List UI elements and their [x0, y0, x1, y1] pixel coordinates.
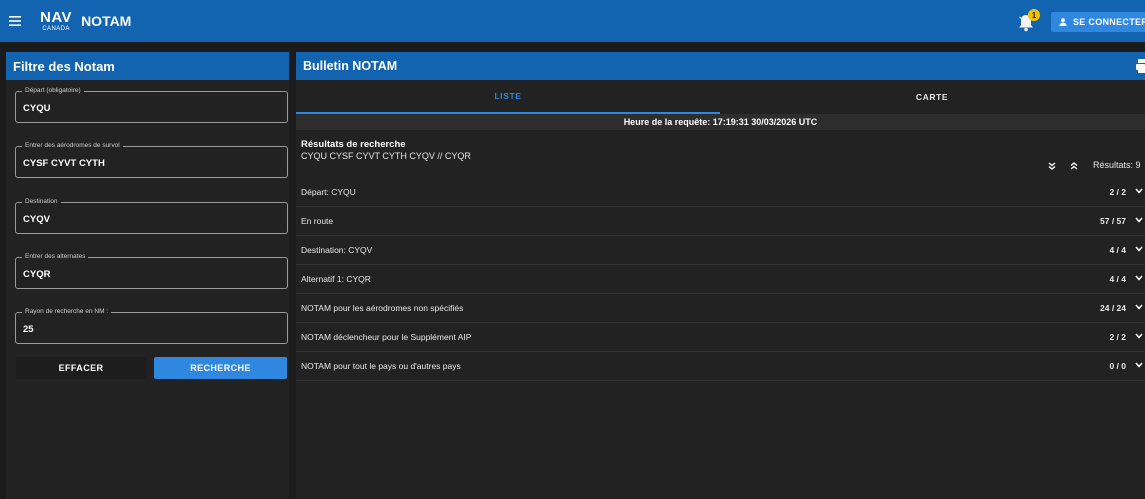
filter-panel-title: Filtre des Notam — [6, 52, 289, 80]
bulletin-panel: Bulletin NOTAM LISTE CARTE Heure de la r… — [296, 52, 1145, 499]
row-count: 4 / 4 — [1109, 245, 1126, 255]
row-count: 24 / 24 — [1100, 303, 1126, 313]
collapse-all-icon[interactable] — [1070, 162, 1078, 170]
results-title: Résultats de recherche — [301, 139, 406, 150]
departure-label: Départ (obligatoire) — [22, 86, 84, 96]
results-count: Résultats: 9 — [1093, 160, 1141, 170]
hamburger-menu-icon[interactable] — [0, 0, 30, 42]
login-button[interactable]: SE CONNECTER — [1051, 12, 1145, 32]
chevron-down-icon[interactable] — [1135, 217, 1143, 223]
result-row-unspecified-aerodromes[interactable]: NOTAM pour les aérodromes non spécifiés … — [296, 294, 1145, 323]
result-row-alternate[interactable]: Alternatif 1: CYQR 4 / 4 — [296, 265, 1145, 294]
chevron-down-icon[interactable] — [1135, 362, 1143, 368]
row-count: 57 / 57 — [1100, 216, 1126, 226]
row-count: 0 / 0 — [1109, 361, 1126, 371]
destination-field[interactable]: Destination CYQV — [15, 197, 288, 234]
person-icon — [1059, 18, 1067, 26]
overflight-aerodromes-field[interactable]: Entrer des aérodromes de survol CYSF CYV… — [15, 141, 288, 178]
result-row-departure[interactable]: Départ: CYQU 2 / 2 — [296, 178, 1145, 207]
row-label: NOTAM pour les aérodromes non spécifiés — [301, 303, 464, 313]
notifications-button[interactable]: 1 — [1018, 9, 1040, 32]
logo-text: NAV — [40, 9, 73, 26]
row-label: Alternatif 1: CYQR — [301, 274, 371, 284]
result-row-national[interactable]: NOTAM pour tout le pays ou d'autres pays… — [296, 352, 1145, 381]
print-icon[interactable] — [1136, 59, 1145, 73]
results-route: CYQU CYSF CYVT CYTH CYQV // CYQR — [301, 151, 471, 161]
result-row-destination[interactable]: Destination: CYQV 4 / 4 — [296, 236, 1145, 265]
row-label: NOTAM déclencheur pour le Supplément AIP — [301, 332, 472, 342]
destination-value: CYQV — [23, 214, 50, 225]
overflight-value: CYSF CYVT CYTH — [23, 158, 105, 169]
bulletin-tabs: LISTE CARTE — [296, 80, 1145, 114]
alternates-label: Entrer des alternates — [22, 252, 89, 262]
bulletin-title: Bulletin NOTAM — [303, 59, 398, 73]
row-label: NOTAM pour tout le pays ou d'autres pays — [301, 361, 461, 371]
notification-badge: 1 — [1028, 9, 1040, 21]
search-button[interactable]: RECHERCHE — [154, 357, 287, 379]
filter-panel: Filtre des Notam Départ (obligatoire) CY… — [6, 52, 289, 499]
chevron-down-icon[interactable] — [1135, 188, 1143, 194]
nav-canada-logo[interactable]: NAV CANADA — [40, 10, 72, 32]
tab-list[interactable]: LISTE — [296, 80, 720, 114]
row-count: 2 / 2 — [1109, 187, 1126, 197]
chevron-down-icon[interactable] — [1135, 275, 1143, 281]
bulletin-header: Bulletin NOTAM — [296, 52, 1145, 80]
chevron-down-icon[interactable] — [1135, 246, 1143, 252]
logo-subtext: CANADA — [42, 26, 70, 32]
search-radius-label: Rayon de recherche en NM : — [22, 307, 112, 317]
clear-button[interactable]: EFFACER — [16, 357, 146, 379]
alternates-value: CYQR — [23, 269, 51, 280]
alternates-field[interactable]: Entrer des alternates CYQR — [15, 252, 288, 289]
search-results-header: Résultats de recherche CYQU CYSF CYVT CY… — [296, 130, 1145, 178]
overflight-label: Entrer des aérodromes de survol — [22, 141, 123, 151]
login-label: SE CONNECTER — [1073, 17, 1145, 27]
tab-map[interactable]: CARTE — [720, 80, 1144, 114]
row-label: Destination: CYQV — [301, 245, 373, 255]
departure-value: CYQU — [23, 103, 51, 114]
departure-field[interactable]: Départ (obligatoire) CYQU — [15, 86, 288, 123]
chevron-down-icon[interactable] — [1135, 333, 1143, 339]
result-row-en-route[interactable]: En route 57 / 57 — [296, 207, 1145, 236]
chevron-down-icon[interactable] — [1135, 304, 1143, 310]
row-label: En route — [301, 216, 334, 226]
search-radius-field[interactable]: Rayon de recherche en NM : 25 — [15, 307, 288, 344]
app-bar: NAV CANADA NOTAM 1 SE CONNECTER — [0, 0, 1145, 42]
destination-label: Destination — [22, 197, 61, 207]
result-row-aip-supplement[interactable]: NOTAM déclencheur pour le Supplément AIP… — [296, 323, 1145, 352]
search-radius-value: 25 — [23, 324, 34, 335]
query-time: Heure de la requête: 17:19:31 30/03/2026… — [296, 114, 1145, 130]
expand-all-icon[interactable] — [1048, 162, 1056, 170]
app-title: NOTAM — [81, 13, 132, 29]
row-count: 4 / 4 — [1109, 274, 1126, 284]
row-label: Départ: CYQU — [301, 187, 356, 197]
results-list: Départ: CYQU 2 / 2 En route 57 / 57 Dest… — [296, 178, 1145, 381]
row-count: 2 / 2 — [1109, 332, 1126, 342]
